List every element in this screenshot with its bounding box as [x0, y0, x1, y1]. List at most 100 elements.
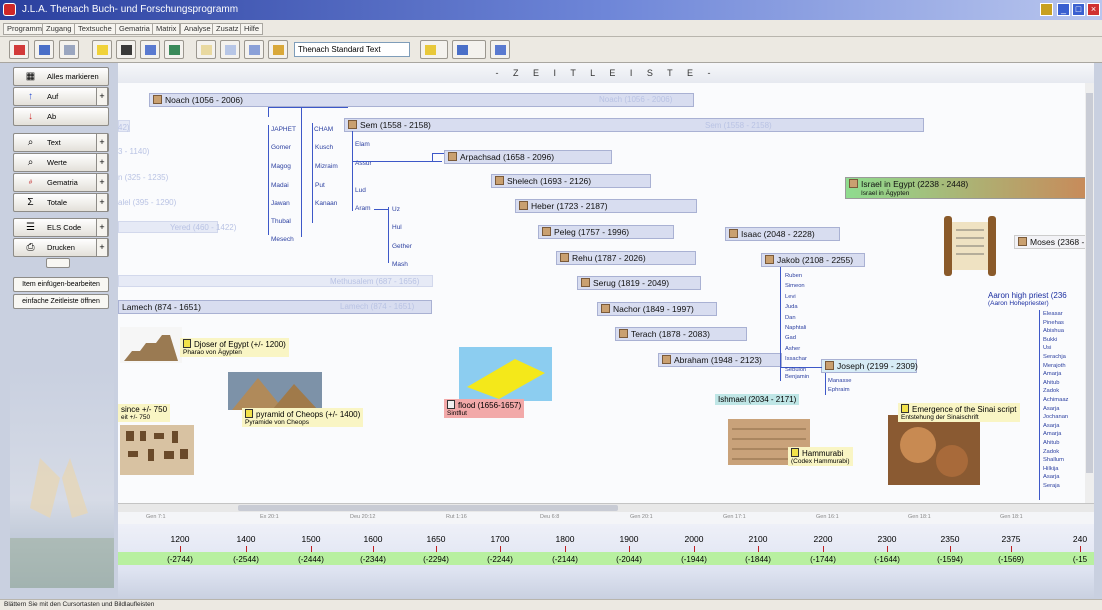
- person-bar-joseph[interactable]: Joseph (2199 - 2309): [821, 359, 918, 373]
- settings-icon[interactable]: [490, 40, 510, 59]
- person-bar-rehu[interactable]: Rehu (1787 - 2026): [556, 251, 696, 265]
- value-search-button[interactable]: ⌕ Werte +: [13, 153, 109, 172]
- year-scale[interactable]: 1200 (-2744) 1400 (-2544) 1500 (-2444) 1600…: [118, 524, 1094, 569]
- text-plus-button[interactable]: +: [96, 133, 108, 152]
- export-icon[interactable]: [244, 40, 264, 59]
- menu-zusatz[interactable]: Zusatz: [212, 23, 243, 35]
- draw-dropdown-icon[interactable]: [452, 40, 486, 59]
- monitor-icon[interactable]: [140, 40, 160, 59]
- els-code-button[interactable]: ☰ ELS Code +: [13, 218, 109, 237]
- person-icon: [601, 304, 610, 313]
- person-icon: [729, 229, 738, 238]
- picture-icon[interactable]: [164, 40, 184, 59]
- event-icon: [447, 400, 455, 409]
- help-book-icon[interactable]: [92, 40, 112, 59]
- generation-row: Gen 7:1 Ex 20:1 Deu 20:12 Rut 1:16 Deu 6…: [118, 512, 1094, 524]
- vertical-scrollbar[interactable]: [1085, 83, 1094, 503]
- person-bar-abraham[interactable]: Abraham (1948 - 2123): [658, 353, 782, 367]
- close-button[interactable]: ×: [1087, 3, 1100, 16]
- menu-matrix[interactable]: Matrix: [152, 23, 181, 35]
- print-button[interactable]: ⎙ Drucken +: [13, 238, 109, 257]
- gematria-plus-button[interactable]: +: [96, 173, 108, 192]
- font-dropdown-icon[interactable]: [420, 40, 448, 59]
- window-icon[interactable]: [34, 40, 54, 59]
- status-bar: Blättern Sie mit den Cursortasten und Bi…: [0, 599, 1102, 610]
- person-icon: [765, 255, 774, 264]
- els-code-icon: ☰: [26, 222, 35, 233]
- ishmael-bar[interactable]: Ishmael (2034 - 2171): [715, 394, 800, 405]
- person-bar-sem[interactable]: Sem (1558 - 2158): [344, 118, 924, 132]
- event-icon: [901, 404, 909, 413]
- matrix-icon[interactable]: [9, 40, 29, 59]
- book-icon[interactable]: [116, 40, 136, 59]
- person-bar-peleg[interactable]: Peleg (1757 - 1996): [538, 225, 674, 239]
- up-plus-button[interactable]: +: [96, 87, 108, 106]
- person-icon: [519, 201, 528, 210]
- person-bar-moses[interactable]: Moses (2368 - 24: [1014, 235, 1094, 249]
- person-icon: [348, 120, 357, 129]
- totals-button[interactable]: Σ Totale +: [13, 193, 109, 212]
- timeline-canvas[interactable]: - Z E I T L E I S T E - 42) 3 - 1140) n …: [118, 63, 1094, 503]
- horizontal-scrollbar[interactable]: [118, 503, 1094, 512]
- right-edge: [1094, 63, 1102, 599]
- columns-icon[interactable]: [220, 40, 240, 59]
- gematria-button[interactable]: # Gematria +: [13, 173, 109, 192]
- person-bar-arpachsad[interactable]: Arpachsad (1658 - 2096): [444, 150, 612, 164]
- person-bar-terach[interactable]: Terach (1878 - 2083): [615, 327, 747, 341]
- minimize-button[interactable]: _: [1057, 3, 1070, 16]
- text-search-button[interactable]: ⌕ Text +: [13, 133, 109, 152]
- text-version-select[interactable]: Thenach Standard Text: [294, 42, 410, 57]
- simple-timeline-button[interactable]: einfache Zeitleiste öffnen: [13, 294, 109, 309]
- select-all-button[interactable]: ▦ Alles markieren: [13, 67, 109, 86]
- scroll-icon: [849, 179, 858, 188]
- decorative-background-image: [10, 368, 114, 588]
- help-icon[interactable]: [1040, 3, 1053, 16]
- arrow-down-icon: ↓: [28, 111, 33, 122]
- flood-image: [459, 347, 552, 401]
- print-plus-button[interactable]: +: [96, 238, 108, 257]
- israel-in-egypt-bar[interactable]: Israel in Egypt (2238 - 2448) Israel in …: [845, 177, 1089, 199]
- els-plus-button[interactable]: +: [96, 218, 108, 237]
- event-hammurabi[interactable]: Hammurabi (Codex Hammurabi): [788, 447, 853, 466]
- event-sinai-script[interactable]: Emergence of the Sinai script Entstehung…: [898, 403, 1020, 422]
- person-icon: [542, 227, 551, 236]
- person-bar-serug[interactable]: Serug (1819 - 2049): [577, 276, 701, 290]
- person-icon: [581, 278, 590, 287]
- person-bar-jakob[interactable]: Jakob (2108 - 2255): [761, 253, 865, 267]
- horizontal-scroll-thumb[interactable]: [238, 505, 618, 511]
- down-button[interactable]: ↓ Ab: [13, 107, 109, 126]
- event-flood[interactable]: flood (1656-1657) Sintflut: [444, 399, 525, 418]
- aaron-label[interactable]: Aaron high priest (236 (Aaron Hohepriest…: [985, 290, 1070, 308]
- values-plus-button[interactable]: +: [96, 153, 108, 172]
- person-bar-shelech[interactable]: Shelech (1693 - 2126): [491, 174, 651, 188]
- sinai-script-image: [888, 415, 980, 485]
- menu-analyse[interactable]: Analyse: [180, 23, 215, 35]
- menu-programm[interactable]: Programm: [3, 23, 47, 35]
- gematria-icon: #: [28, 180, 33, 186]
- menu-textsuche[interactable]: Textsuche: [74, 23, 116, 35]
- menu-hilfe[interactable]: Hilfe: [240, 23, 264, 35]
- edit-item-button[interactable]: Item einfügen-bearbeiten: [13, 277, 109, 292]
- maximize-button[interactable]: □: [1072, 3, 1085, 16]
- page-icon[interactable]: [196, 40, 216, 59]
- text-icon[interactable]: [59, 40, 79, 59]
- person-icon: [153, 95, 162, 104]
- event-pyramid-of-cheops[interactable]: pyramid of Cheops (+/- 1400) Pyramide vo…: [242, 408, 364, 427]
- person-bar-heber[interactable]: Heber (1723 - 2187): [515, 199, 697, 213]
- menu-gematria[interactable]: Gematria: [115, 23, 154, 35]
- event-since-750[interactable]: since +/- 750 eit +/- 750: [118, 404, 171, 422]
- torah-scroll-image: [938, 210, 1002, 280]
- folder-icon[interactable]: [268, 40, 288, 59]
- person-icon: [560, 253, 569, 262]
- text-search-icon: ⌕: [27, 137, 34, 148]
- left-panel: ▦ Alles markieren ↑ Auf + ↓ Ab ⌕ Text + …: [0, 63, 118, 599]
- person-bar-nachor[interactable]: Nachor (1849 - 1997): [597, 302, 717, 316]
- menu-zugang[interactable]: Zugang: [42, 23, 76, 35]
- up-button[interactable]: ↑ Auf +: [13, 87, 109, 106]
- person-bar-isaac[interactable]: Isaac (2048 - 2228): [725, 227, 840, 241]
- printer-icon: ⎙: [26, 242, 35, 253]
- collapse-handle[interactable]: [46, 258, 70, 268]
- vertical-scroll-thumb[interactable]: [1086, 93, 1093, 473]
- totals-plus-button[interactable]: +: [96, 193, 108, 212]
- event-djoser[interactable]: Djoser of Egypt (+/- 1200) Pharao von Äg…: [180, 338, 289, 357]
